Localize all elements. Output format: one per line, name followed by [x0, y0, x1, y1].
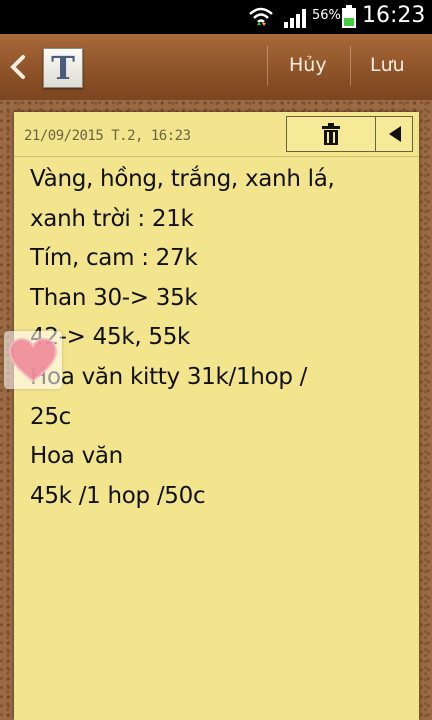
battery-icon — [342, 5, 356, 28]
triangle-left-icon[interactable] — [388, 126, 402, 142]
note-header: 21/09/2015 T.2, 16:23 — [14, 112, 419, 157]
note-line: Than 30-> 35k — [30, 284, 198, 311]
floating-heart-widget[interactable] — [4, 331, 62, 389]
note-line: Hoa văn — [30, 443, 123, 470]
note-line: 42-> 45k, 55k — [30, 324, 191, 351]
app-icon[interactable]: T — [43, 48, 83, 88]
status-bar: 56% 16:23 — [0, 0, 432, 34]
save-button[interactable]: Lưu — [370, 54, 405, 76]
heart-icon — [8, 337, 58, 383]
toolbar-divider — [375, 117, 376, 151]
chevron-left-icon[interactable] — [8, 54, 28, 80]
note-paper[interactable]: 21/09/2015 T.2, 16:23 Vàng, hồng, trắng,… — [14, 112, 419, 720]
divider — [350, 46, 351, 86]
note-line: Hoa văn kitty 31k/1hop / — [30, 363, 308, 390]
trash-icon[interactable] — [320, 123, 342, 145]
note-line: Vàng, hồng, trắng, xanh lá, — [30, 166, 335, 192]
note-line: 25c — [30, 403, 72, 430]
action-bar: T Hủy Lưu — [0, 34, 432, 100]
divider — [267, 46, 268, 86]
note-toolbar — [286, 116, 413, 152]
note-line: 45k /1 hop /50c — [30, 482, 206, 509]
wifi-icon — [249, 7, 273, 26]
cancel-button[interactable]: Hủy — [289, 54, 327, 76]
note-line: Tím, cam : 27k — [30, 245, 198, 272]
clock: 16:23 — [362, 3, 426, 28]
signal-icon — [284, 9, 306, 28]
note-text[interactable]: Vàng, hồng, trắng, xanh lá, xanh trời : … — [30, 160, 410, 516]
note-line: xanh trời : 21k — [30, 205, 194, 232]
battery-percent: 56% — [312, 8, 341, 23]
note-date: 21/09/2015 T.2, 16:23 — [24, 128, 191, 144]
